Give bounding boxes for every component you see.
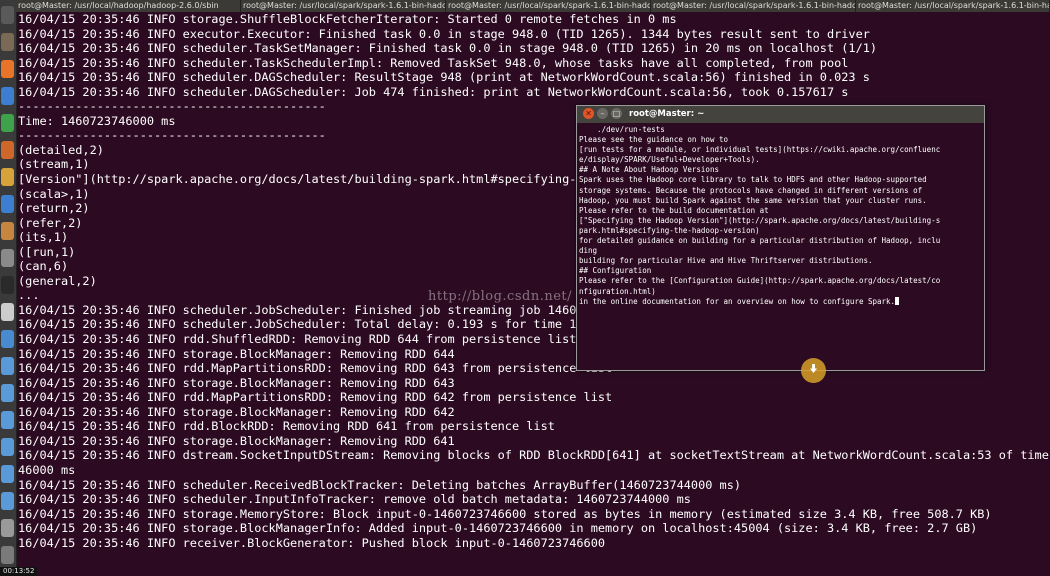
- popup-line: nfiguration.html): [579, 286, 656, 296]
- help-icon[interactable]: [1, 195, 14, 213]
- terminal-line: 16/04/15 20:35:46 INFO storage.BlockMana…: [18, 404, 455, 419]
- impress-icon[interactable]: [1, 141, 14, 159]
- terminal-line: 16/04/15 20:35:46 INFO rdd.MapPartitions…: [18, 390, 613, 405]
- dash-home-icon[interactable]: [1, 6, 14, 24]
- tab-spark-bin-4[interactable]: root@Master: /usr/local/spark/spark-1.6.…: [856, 0, 1050, 12]
- terminal-line: 16/04/15 20:35:46 INFO storage.MemorySto…: [18, 506, 992, 521]
- software-center-icon[interactable]: [1, 168, 14, 186]
- app-icon[interactable]: [1, 465, 14, 483]
- popup-terminal-window[interactable]: ✕ – □ root@Master: ~ ./dev/run-tests Plea…: [576, 105, 985, 371]
- popup-terminal-content[interactable]: ./dev/run-tests Please see the guidance o…: [579, 125, 982, 368]
- app-icon[interactable]: [1, 438, 14, 456]
- click-indicator-icon: [801, 358, 826, 383]
- terminal-line: 16/04/15 20:35:46 INFO scheduler.DAGSche…: [18, 84, 849, 99]
- amazon-icon[interactable]: [1, 222, 14, 240]
- tab-spark-bin-2[interactable]: root@Master: /usr/local/spark/spark-1.6.…: [446, 0, 651, 12]
- image-viewer-icon[interactable]: [1, 330, 14, 348]
- popup-line: Please refer to the [Configuration Guide…: [579, 276, 941, 286]
- terminal-line: 16/04/15 20:35:46 INFO dstream.SocketInp…: [18, 448, 1050, 463]
- terminal-line: 16/04/15 20:35:46 INFO rdd.BlockRDD: Rem…: [18, 419, 555, 434]
- close-icon[interactable]: ✕: [583, 108, 594, 119]
- terminal-line: 46000 ms: [18, 462, 76, 477]
- tab-spark-bin-3[interactable]: root@Master: /usr/local/spark/spark-1.6.…: [651, 0, 856, 12]
- popup-line: for detailed guidance on building for a …: [579, 236, 941, 246]
- popup-title-bar[interactable]: ✕ – □ root@Master: ~: [577, 106, 984, 123]
- popup-line: e/display/SPARK/Useful+Developer+Tools).: [579, 155, 760, 165]
- watermark: http://blog.csdn.net/: [428, 289, 572, 304]
- text-editor-icon[interactable]: [1, 303, 14, 321]
- terminal-line: 16/04/15 20:35:46 INFO storage.BlockMana…: [18, 521, 978, 536]
- app-icon[interactable]: [1, 384, 14, 402]
- calc-icon[interactable]: [1, 114, 14, 132]
- terminal-line: 16/04/15 20:35:46 INFO storage.BlockMana…: [18, 375, 455, 390]
- terminal-line: 16/04/15 20:35:46 INFO storage.BlockMana…: [18, 433, 455, 448]
- app-icon[interactable]: [1, 357, 14, 375]
- terminal-tab-bar: root@Master: /usr/local/hadoop/hadoop-2.…: [16, 0, 1050, 12]
- minimize-icon[interactable]: –: [597, 108, 608, 119]
- app-icon[interactable]: [1, 492, 14, 510]
- recording-timer: 00:13:52: [0, 567, 38, 576]
- tab-hadoop-sbin[interactable]: root@Master: /usr/local/hadoop/hadoop-2.…: [16, 0, 241, 12]
- launcher: [0, 0, 17, 576]
- trash-icon[interactable]: [1, 546, 14, 564]
- terminal-icon[interactable]: [1, 276, 14, 294]
- popup-title: root@Master: ~: [629, 109, 705, 119]
- terminal-line: 16/04/15 20:35:46 INFO scheduler.InputIn…: [18, 492, 691, 507]
- popup-line: ## Configuration: [579, 266, 652, 276]
- terminal-line: 16/04/15 20:35:46 INFO executor.Executor…: [18, 26, 870, 41]
- terminal-line: 16/04/15 20:35:46 INFO scheduler.TaskSet…: [18, 41, 878, 56]
- files-icon[interactable]: [1, 33, 14, 51]
- terminal-line: 16/04/15 20:35:46 INFO scheduler.TaskSch…: [18, 55, 849, 70]
- writer-icon[interactable]: [1, 87, 14, 105]
- popup-line: ## A Note About Hadoop Versions: [579, 165, 719, 175]
- text-cursor: [895, 296, 900, 305]
- popup-line: park.html#specifying-the-hadoop-version): [579, 225, 760, 235]
- popup-line: in the online documentation for an overv…: [579, 296, 982, 307]
- workspace-switcher-icon[interactable]: [1, 519, 14, 537]
- terminal-line: 16/04/15 20:35:46 INFO scheduler.DAGSche…: [18, 70, 870, 85]
- terminal-line: 16/04/15 20:35:46 INFO storage.ShuffleBl…: [18, 12, 677, 26]
- popup-line: ./dev/run-tests: [579, 125, 665, 134]
- terminal-line: 16/04/15 20:35:46 INFO receiver.BlockGen…: [18, 535, 606, 550]
- maximize-icon[interactable]: □: [611, 108, 622, 119]
- popup-line: ding: [579, 246, 598, 256]
- popup-line: building for particular Hive and Hive Th…: [579, 256, 873, 266]
- settings-icon[interactable]: [1, 249, 14, 267]
- terminal-line: 16/04/15 20:35:46 INFO scheduler.Receive…: [18, 477, 742, 492]
- app-icon[interactable]: [1, 411, 14, 429]
- firefox-icon[interactable]: [1, 60, 14, 78]
- popup-line: ["Specifying the Hadoop Version"](http:/…: [579, 215, 941, 225]
- popup-line: Spark uses the Hadoop core library to ta…: [579, 175, 927, 185]
- tab-spark-bin-1[interactable]: root@Master: /usr/local/spark/spark-1.6.…: [241, 0, 446, 12]
- popup-line: Hadoop, you must build Spark against the…: [579, 195, 927, 205]
- popup-line: [run tests for a module, or individual t…: [579, 145, 941, 155]
- popup-line: Please see the guidance on how to: [579, 135, 729, 145]
- popup-line: Please refer to the build documentation …: [579, 205, 769, 215]
- popup-line: storage systems. Because the protocols h…: [579, 185, 923, 195]
